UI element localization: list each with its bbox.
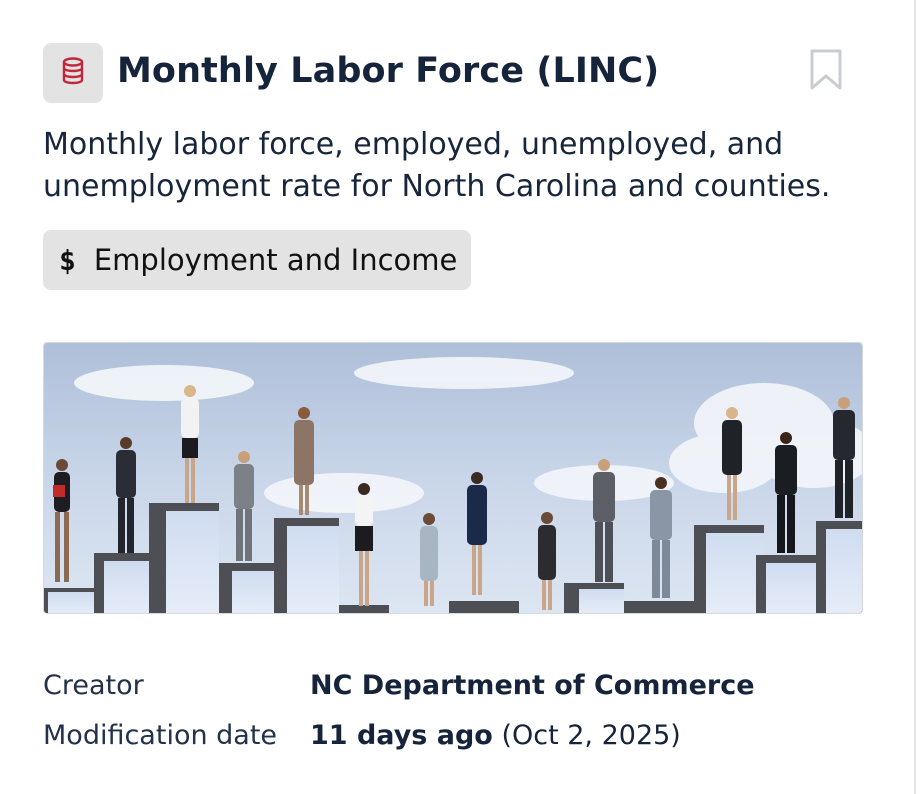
dataset-description: Monthly labor force, employed, unemploye… — [43, 127, 831, 204]
creator-row: Creator NC Department of Commerce — [43, 670, 883, 720]
dollar-icon: $ — [59, 243, 76, 277]
bookmark-icon — [809, 49, 843, 95]
dataset-card: Monthly Labor Force (LINC) Monthly labor… — [0, 0, 912, 794]
creator-label: Creator — [43, 670, 144, 701]
bookmark-button[interactable] — [809, 49, 843, 91]
people-on-steps-illustration — [44, 343, 862, 613]
dataset-hero-image — [43, 342, 863, 614]
card-header: Monthly Labor Force (LINC) — [43, 43, 853, 105]
modification-relative: 11 days ago — [310, 720, 493, 751]
modification-absolute: (Oct 2, 2025) — [501, 720, 681, 751]
modification-date-value: 11 days ago (Oct 2, 2025) — [310, 720, 681, 751]
category-tag-label: Employment and Income — [93, 243, 458, 277]
panel-edge — [914, 0, 916, 794]
dataset-metadata: Creator NC Department of Commerce Modifi… — [43, 670, 883, 770]
modification-date-row: Modification date 11 days ago (Oct 2, 20… — [43, 720, 883, 770]
dataset-title[interactable]: Monthly Labor Force (LINC) — [117, 51, 659, 91]
creator-value: NC Department of Commerce — [310, 670, 755, 701]
modification-date-label: Modification date — [43, 720, 278, 751]
database-icon — [61, 57, 85, 89]
dataset-type-badge — [43, 43, 103, 103]
category-tag[interactable]: $ Employment and Income — [43, 230, 472, 290]
